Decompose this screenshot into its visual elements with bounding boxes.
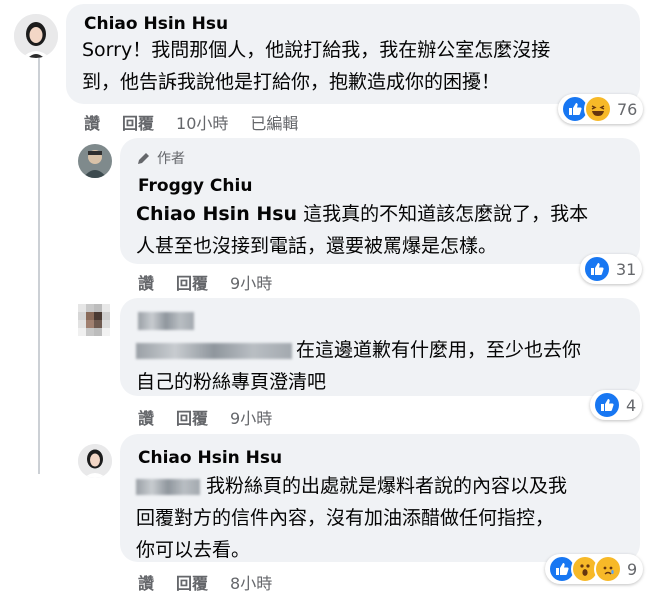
avatar-image xyxy=(74,300,114,340)
timestamp[interactable]: 9小時 xyxy=(230,270,272,294)
like-button[interactable]: 讚 xyxy=(138,570,154,594)
like-button[interactable]: 讚 xyxy=(138,405,154,429)
avatar[interactable] xyxy=(74,300,114,340)
timestamp[interactable]: 10小時 xyxy=(176,110,228,134)
comment-text: 在這邊道歉有什麼用，至少也去你 自己的粉絲專頁澄清吧 xyxy=(136,334,632,398)
comment-text-part: 我粉絲頁的出處就是爆料者說的內容以及我 xyxy=(200,475,568,497)
like-icon xyxy=(583,255,611,283)
comment-text-line: Chiao Hsin Hsu 這我真的不知道該怎麼說了，我本 xyxy=(136,198,632,230)
redacted-name xyxy=(138,311,194,330)
comment-actions: 讚 回覆 9小時 xyxy=(138,270,294,294)
like-icon xyxy=(593,391,621,419)
comment-text-line: 我粉絲頁的出處就是爆料者說的內容以及我 xyxy=(136,470,632,502)
reaction-summary[interactable]: 4 xyxy=(590,390,643,420)
avatar-image xyxy=(14,14,58,58)
reaction-count: 31 xyxy=(616,259,637,279)
reaction-summary[interactable]: 31 xyxy=(580,254,643,284)
reply-button[interactable]: 回覆 xyxy=(122,110,154,134)
avatar[interactable] xyxy=(14,14,58,58)
comment-actions: 讚 回覆 9小時 xyxy=(138,405,294,429)
comment-author[interactable]: Chiao Hsin Hsu xyxy=(138,448,282,468)
comment-author[interactable] xyxy=(138,310,194,330)
comment-text-line: 人甚至也沒接到電話，還要被罵爆是怎樣。 xyxy=(136,235,498,257)
timestamp[interactable]: 9小時 xyxy=(230,405,272,429)
like-button[interactable]: 讚 xyxy=(84,110,100,134)
edited-label[interactable]: 已編輯 xyxy=(250,110,298,134)
comment-text-line: 到，他告訴我說他是打給你，抱歉造成你的困擾！ xyxy=(82,71,501,93)
redacted-mention xyxy=(136,342,292,359)
like-button[interactable]: 讚 xyxy=(138,270,154,294)
avatar[interactable] xyxy=(78,444,112,478)
comment-text: Sorry！我問那個人，他說打給我，我在辦公室怎麼沒接 到，他告訴我說他是打給你… xyxy=(82,34,632,98)
avatar-image xyxy=(78,144,112,178)
comment-text: 我粉絲頁的出處就是爆料者說的內容以及我 回覆對方的信件內容，沒有加油添醋做任何指… xyxy=(136,470,632,566)
redacted-mention xyxy=(136,478,200,495)
reaction-count: 4 xyxy=(626,395,637,415)
comment-actions: 讚 回覆 8小時 xyxy=(138,570,294,594)
avatar[interactable] xyxy=(78,144,112,178)
comment-author[interactable]: Chiao Hsin Hsu xyxy=(84,14,228,34)
comment-text-part: 這我真的不知道該怎麼說了，我本 xyxy=(297,203,589,225)
comment-actions: 讚 回覆 10小時 已編輯 xyxy=(84,110,320,134)
author-badge-label: 作者 xyxy=(157,151,185,167)
reply-button[interactable]: 回覆 xyxy=(176,570,208,594)
reaction-count: 9 xyxy=(627,559,638,579)
comment-text-line: 自己的粉絲專頁澄清吧 xyxy=(136,371,327,393)
comment-text-part: 在這邊道歉有什麼用，至少也去你 xyxy=(296,339,582,361)
avatar-image xyxy=(78,444,112,478)
reaction-summary[interactable]: 76 xyxy=(558,94,644,124)
reply-button[interactable]: 回覆 xyxy=(176,405,208,429)
comment-text-line: 在這邊道歉有什麼用，至少也去你 xyxy=(136,334,632,366)
mention-tag[interactable]: Chiao Hsin Hsu xyxy=(136,203,297,225)
comment-text-line: 回覆對方的信件內容，沒有加油添醋做任何指控， xyxy=(136,507,555,529)
reply-button[interactable]: 回覆 xyxy=(176,270,208,294)
comment-text: Chiao Hsin Hsu 這我真的不知道該怎麼說了，我本 人甚至也沒接到電話… xyxy=(136,198,632,262)
reaction-summary[interactable]: 9 xyxy=(545,554,644,584)
timestamp[interactable]: 8小時 xyxy=(230,570,272,594)
comment-author[interactable]: Froggy Chiu xyxy=(138,176,252,196)
thread-line xyxy=(38,54,40,474)
comment-text-line: Sorry！我問那個人，他說打給我，我在辦公室怎麼沒接 xyxy=(82,39,551,61)
pencil-icon xyxy=(138,152,149,164)
reaction-count: 76 xyxy=(617,99,638,119)
haha-icon xyxy=(584,95,612,123)
author-badge: 作者 xyxy=(136,148,185,168)
sad-icon xyxy=(594,555,622,583)
